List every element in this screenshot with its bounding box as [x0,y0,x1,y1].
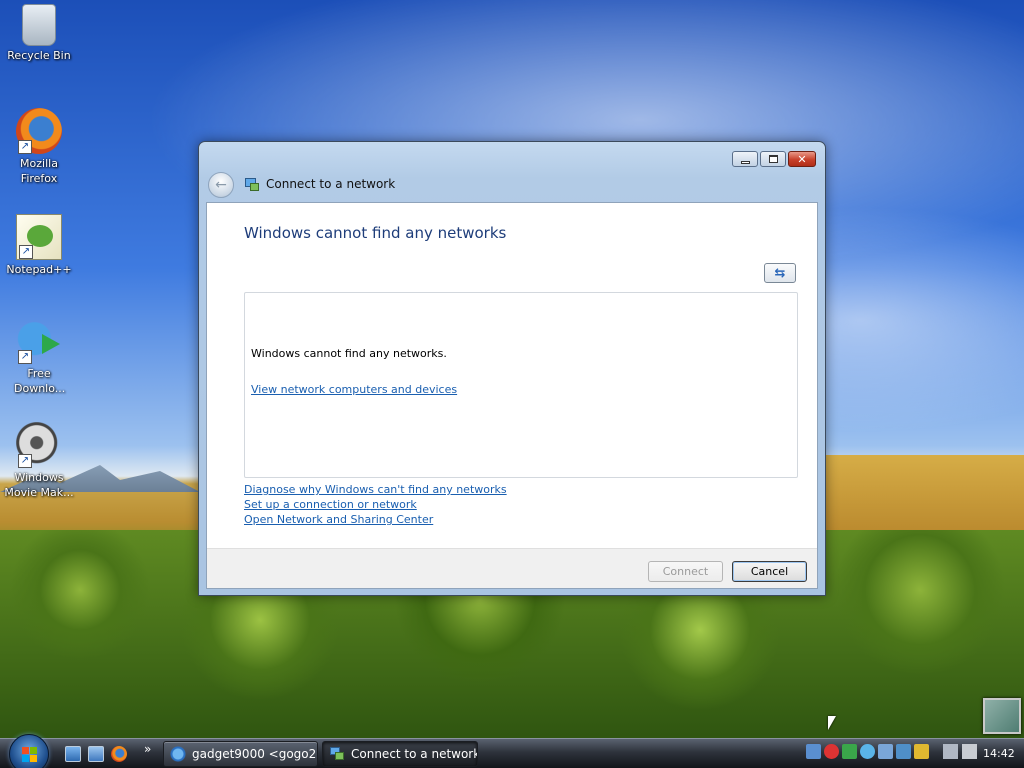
notification-area [806,744,929,759]
desktop-icon-label: Windows Movie Mak... [4,471,74,499]
refresh-button[interactable]: ⇆ [764,263,796,283]
free-download-manager-icon: ↗ [16,318,62,364]
windows-movie-maker-icon: ↗ [16,422,62,468]
taskbar-button-label: Connect to a network [351,747,478,761]
desktop-icon-label: Notepad++ [6,263,72,276]
messenger-tray-icon[interactable] [860,744,875,759]
update-icon[interactable] [878,744,893,759]
clock[interactable]: 14:42 [983,747,1015,760]
close-button[interactable]: ✕ [788,151,816,167]
desktop-icon-firefox[interactable]: ↗ Mozilla Firefox [1,108,77,186]
desktop-icon-label: Mozilla Firefox [20,157,58,185]
minimize-button[interactable] [732,151,758,167]
volume-icon[interactable] [962,744,977,759]
sync-icon[interactable] [914,744,929,759]
desktop-icon-recycle-bin[interactable]: Recycle Bin [1,4,77,63]
desktop-icon-label: Recycle Bin [7,49,71,62]
taskbar: » gadget9000 <gogo2... Connect to a netw… [0,734,1024,768]
taskbar-button-connect-network[interactable]: Connect to a network [322,741,478,767]
notepad-plus-plus-icon: ↗ [16,214,62,260]
minimize-icon [740,160,750,164]
desktop-icon-notepad-plus-plus[interactable]: ↗ Notepad++ [1,214,77,277]
diagnose-link[interactable]: Diagnose why Windows can't find any netw… [244,483,507,496]
back-arrow-icon: ← [215,177,227,193]
connect-button[interactable]: Connect [648,561,723,582]
wireless-disconnected-icon[interactable] [943,744,958,759]
maximize-icon [768,155,778,163]
maximize-button[interactable] [760,151,786,167]
taskbar-button-gadget[interactable]: gadget9000 <gogo2... [163,741,318,767]
desktop-icon-windows-movie-maker[interactable]: ↗ Windows Movie Mak... [1,422,77,500]
network-tray-icon[interactable] [806,744,821,759]
quicklaunch-overflow-icon[interactable]: » [144,742,151,756]
network-list[interactable]: Windows cannot find any networks. View n… [244,292,798,478]
no-networks-message: Windows cannot find any networks. [251,347,447,360]
messenger-icon [170,746,186,762]
shortcut-arrow-icon: ↗ [18,140,32,154]
firefox-quicklaunch-icon[interactable] [111,746,127,762]
page-heading: Windows cannot find any networks [244,224,507,242]
show-desktop-icon[interactable] [65,746,81,762]
network-sharing-center-link[interactable]: Open Network and Sharing Center [244,513,433,526]
back-button[interactable]: ← [208,172,234,198]
window-content: Windows cannot find any networks ⇆ Windo… [206,202,818,589]
refresh-icon: ⇆ [774,265,786,281]
shortcut-arrow-icon: ↗ [18,454,32,468]
firefox-icon: ↗ [16,108,62,154]
network-icon [329,746,345,762]
connect-to-network-window: ✕ ← Connect to a network Windows cannot … [198,141,826,596]
start-button[interactable] [9,734,49,768]
switch-windows-icon[interactable] [88,746,104,762]
shield-icon[interactable] [842,744,857,759]
window-title: Connect to a network [266,177,396,191]
taskbar-button-label: gadget9000 <gogo2... [192,747,318,761]
view-network-computers-link[interactable]: View network computers and devices [251,383,457,396]
mouse-cursor-icon [828,716,836,730]
cancel-button[interactable]: Cancel [732,561,807,582]
window-controls: ✕ [732,151,816,167]
windows-logo-icon [22,747,38,763]
shortcut-arrow-icon: ↗ [19,245,33,259]
shortcut-arrow-icon: ↗ [18,350,32,364]
button-bar: Connect Cancel [207,548,817,588]
desktop-icon-label: Free Downlo... [14,367,66,395]
desktop-icon-free-download[interactable]: ↗ Free Downlo... [1,318,77,396]
display-icon[interactable] [896,744,911,759]
setup-connection-link[interactable]: Set up a connection or network [244,498,417,511]
desktop-thumbnail[interactable] [983,698,1021,734]
security-alert-icon[interactable] [824,744,839,759]
recycle-bin-icon [22,4,56,46]
close-icon: ✕ [797,152,807,166]
network-icon [244,177,260,193]
